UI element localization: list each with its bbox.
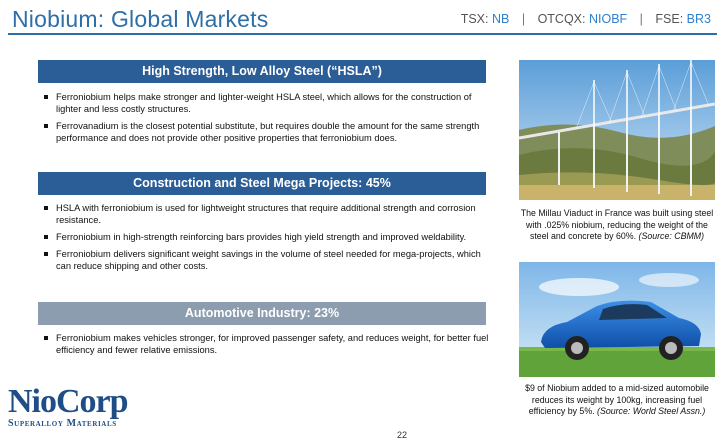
ticker-tsx-symbol: NB [491, 12, 510, 26]
section-bullets-hsla: Ferroniobium helps make stronger and lig… [42, 91, 497, 149]
bullet-item: Ferroniobium in high-strength reinforcin… [42, 231, 497, 243]
bridge-caption-source: (Source: CBMM) [638, 231, 705, 241]
title-rule [8, 33, 717, 35]
bullet-item: Ferroniobium makes vehicles stronger, fo… [42, 332, 497, 356]
page-title: Niobium: Global Markets [12, 6, 269, 32]
bullet-item: HSLA with ferroniobium is used for light… [42, 202, 497, 226]
ticker-line: TSX: NB | OTCQX: NIOBF | FSE: BR3 [461, 12, 711, 26]
millau-viaduct-photo [519, 60, 715, 200]
section-heading-automotive: Automotive Industry: 23% [38, 302, 486, 325]
ticker-tsx-label: TSX: [460, 12, 489, 26]
ticker-fse-symbol: BR3 [686, 12, 711, 26]
bridge-caption: The Millau Viaduct in France was built u… [516, 208, 718, 243]
bullet-item: Ferrovanadium is the closest potential s… [42, 120, 497, 144]
blue-car-photo [519, 262, 715, 377]
section-heading-hsla: High Strength, Low Alloy Steel (“HSLA”) [38, 60, 486, 83]
car-caption-source: (Source: World Steel Assn.) [597, 406, 706, 416]
section-bullets-automotive: Ferroniobium makes vehicles stronger, fo… [42, 332, 497, 361]
ticker-otcqx-symbol: NIOBF [588, 12, 628, 26]
bullet-item: Ferroniobium delivers significant weight… [42, 248, 497, 272]
section-heading-construction: Construction and Steel Mega Projects: 45… [38, 172, 486, 195]
ticker-separator: | [521, 12, 526, 26]
niocorp-logo: NioCorp Superalloy Materials [8, 383, 129, 430]
ticker-otcqx-label: OTCQX: [537, 12, 586, 26]
car-caption: $9 of Niobium added to a mid-sized autom… [516, 383, 718, 418]
ticker-separator: | [639, 12, 643, 26]
page-number: 22 [397, 430, 408, 440]
logo-wordmark: NioCorp [8, 383, 129, 420]
ticker-fse-label: FSE: [655, 12, 684, 26]
section-bullets-construction: HSLA with ferroniobium is used for light… [42, 202, 497, 277]
logo-tagline: Superalloy Materials [8, 418, 117, 429]
bullet-item: Ferroniobium helps make stronger and lig… [42, 91, 497, 115]
